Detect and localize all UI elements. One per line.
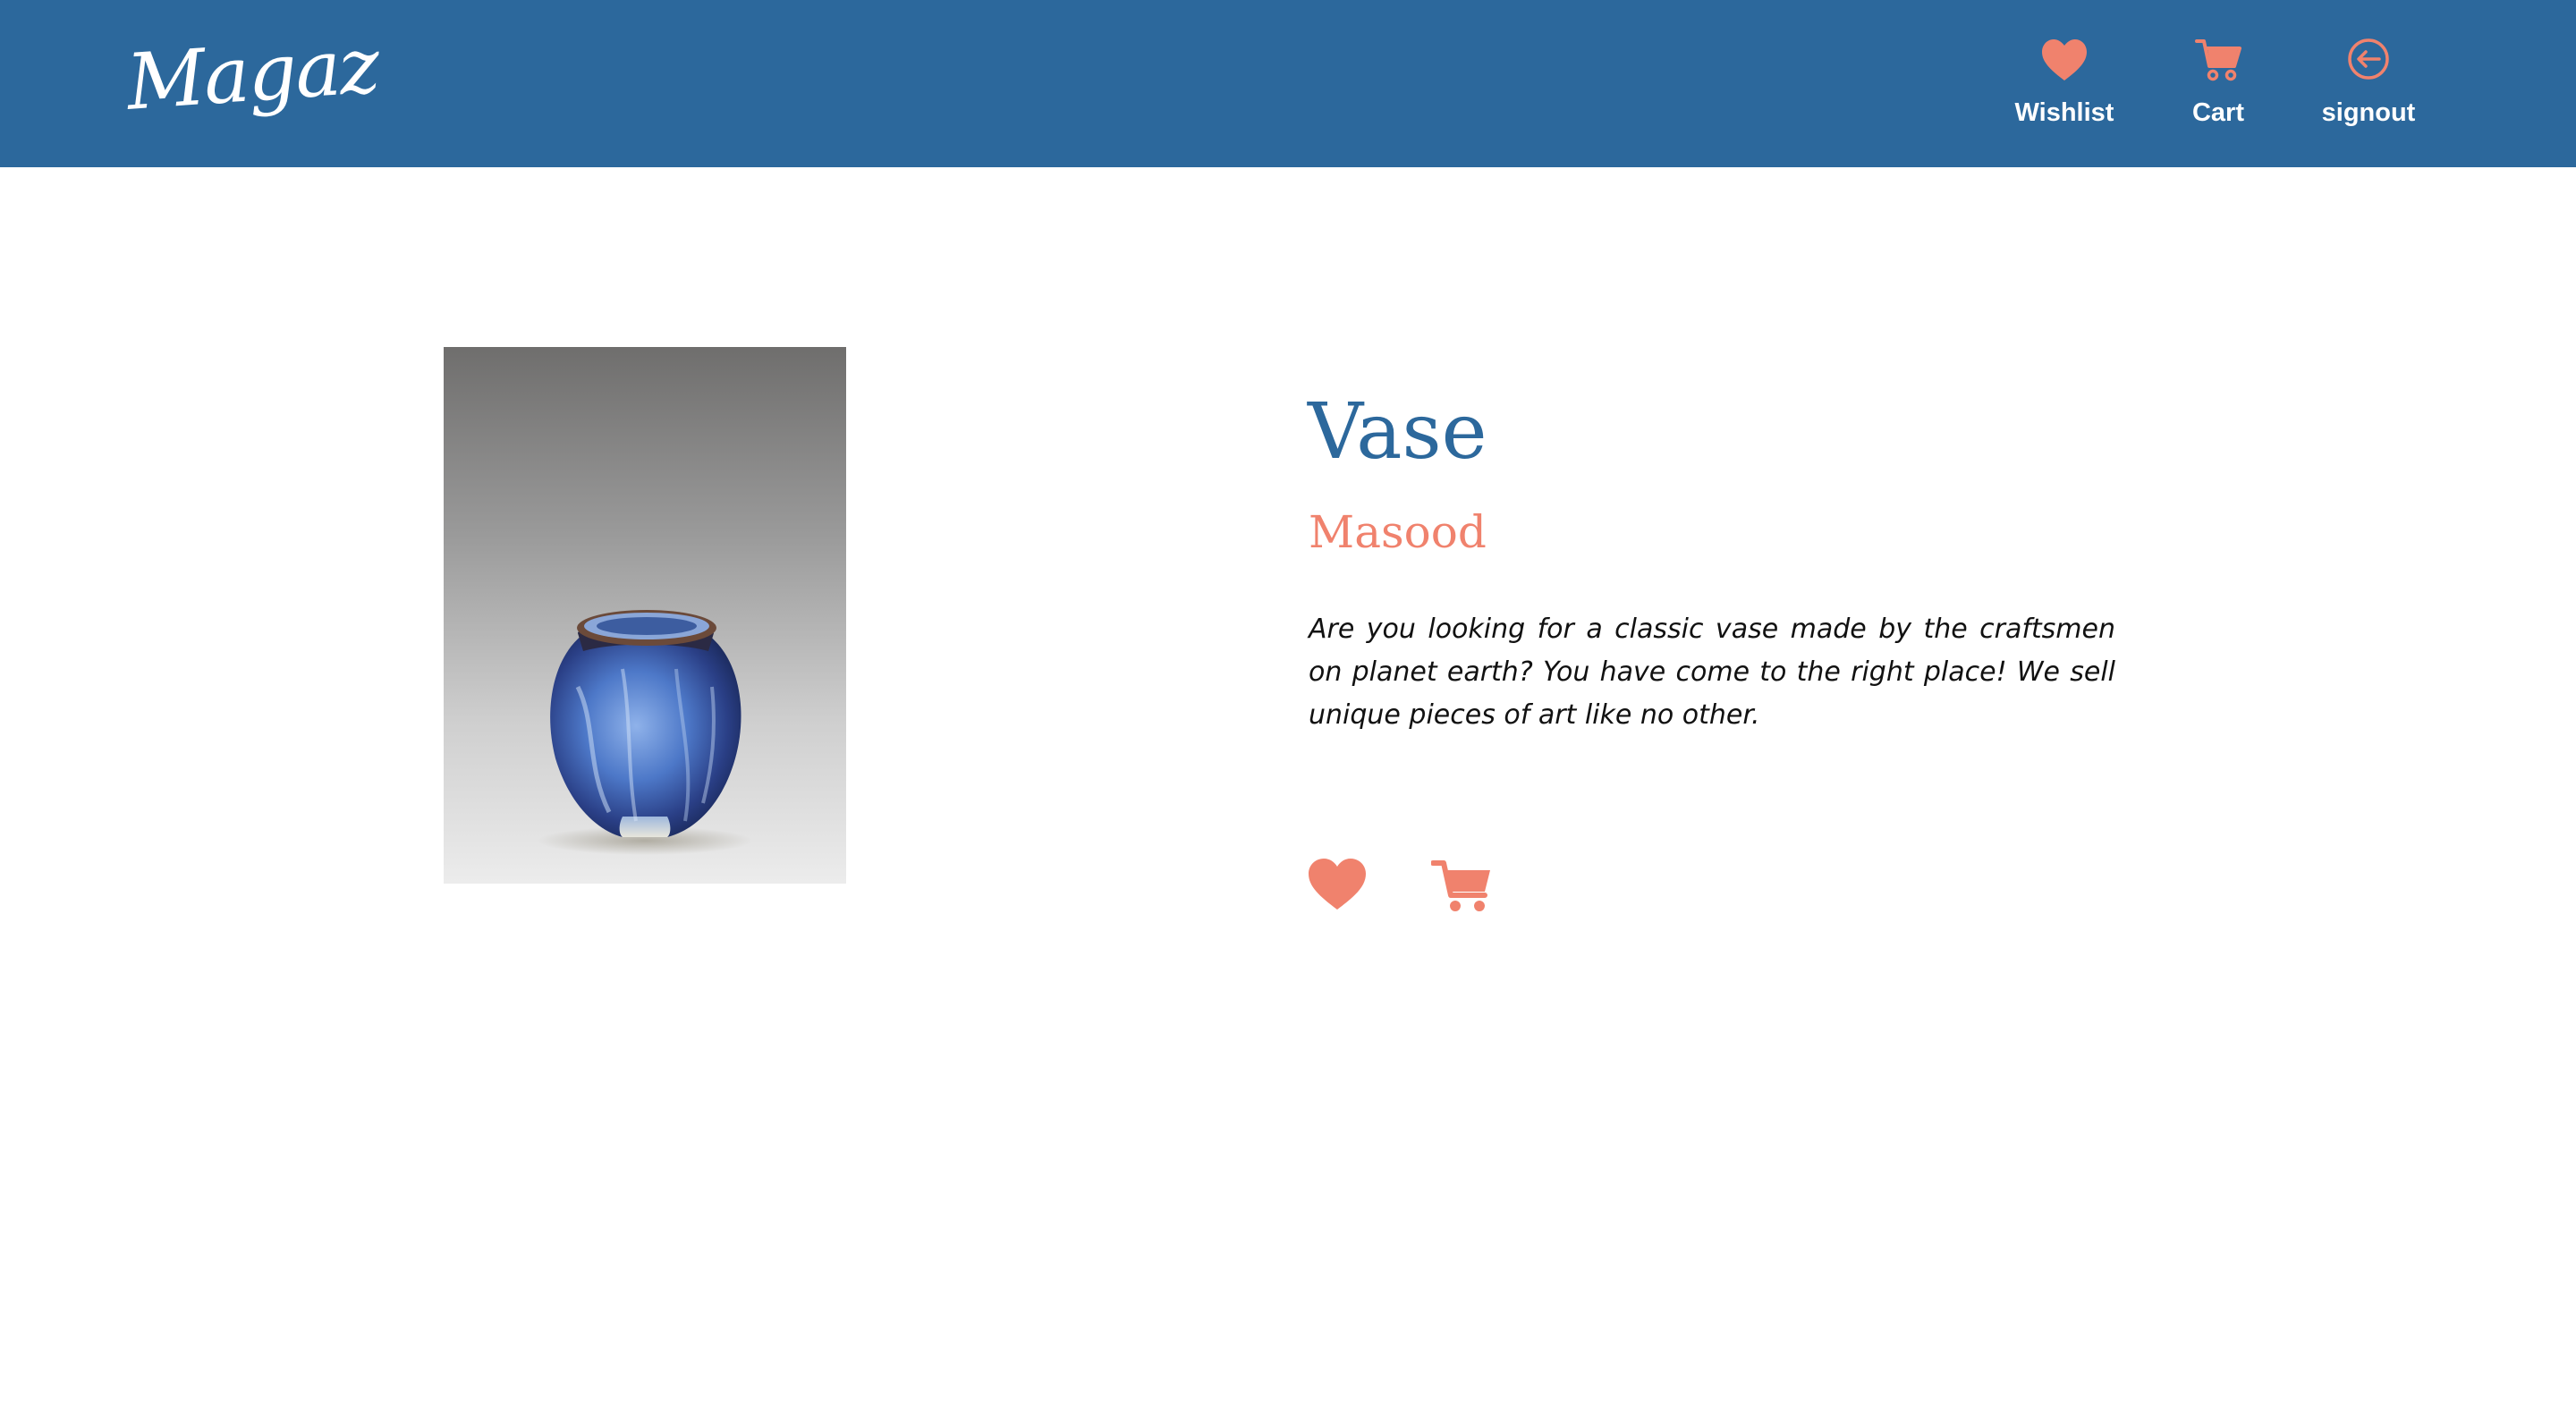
- nav-wishlist[interactable]: Wishlist: [2002, 36, 2127, 143]
- nav-signout-label: signout: [2321, 98, 2416, 127]
- signout-icon: [2348, 38, 2389, 80]
- product-title: Vase: [1308, 387, 1487, 477]
- vase-illustration: [538, 610, 752, 855]
- heart-icon: [1309, 859, 1366, 910]
- heart-icon: [2042, 39, 2087, 80]
- add-to-wishlist-button[interactable]: [1306, 854, 1368, 917]
- nav-signout[interactable]: signout: [2308, 36, 2429, 143]
- nav-cart-label: Cart: [2191, 98, 2244, 127]
- cart-icon: [1430, 860, 1490, 911]
- top-navbar: Magaz Wishlist Cart signout: [0, 0, 2576, 167]
- product-image: [444, 347, 846, 884]
- product-description: Are you looking for a classic vase made …: [1309, 614, 2115, 731]
- cart-icon: [2195, 39, 2241, 81]
- nav-wishlist-label: Wishlist: [2014, 98, 2114, 127]
- nav-cart[interactable]: Cart: [2174, 36, 2263, 143]
- add-to-cart-button[interactable]: [1430, 854, 1494, 917]
- product-maker[interactable]: Masood: [1309, 501, 1487, 563]
- app-window: Magaz Wishlist Cart signout Vase Masood …: [0, 0, 2576, 1422]
- logo[interactable]: Magaz: [123, 8, 381, 141]
